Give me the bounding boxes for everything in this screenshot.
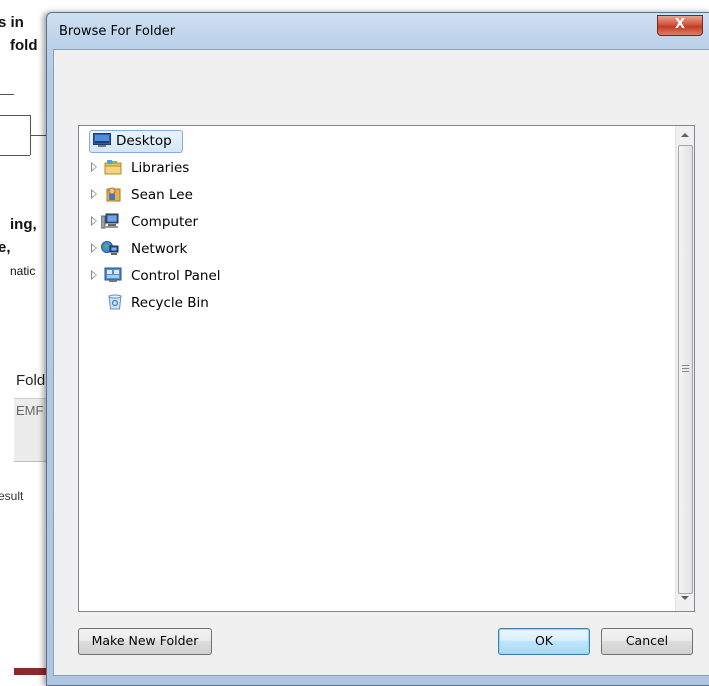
background-text: ing, [10, 216, 37, 233]
close-icon: X [674, 17, 686, 32]
scrollbar-thumb[interactable] [678, 145, 693, 594]
background-field-text: EMF [16, 403, 44, 418]
close-button[interactable]: X [657, 15, 703, 36]
background-line [0, 115, 30, 116]
background-text: fold [10, 37, 38, 54]
background-line [30, 135, 46, 136]
tree-item-label: Computer [131, 214, 199, 230]
tree-item-label: Recycle Bin [131, 295, 209, 311]
network-icon [101, 241, 119, 255]
background-text: e, [0, 239, 11, 256]
background-line [0, 155, 30, 156]
expand-arrow-icon[interactable] [91, 162, 97, 172]
ok-button[interactable]: OK [498, 628, 590, 655]
thumb-grip [682, 371, 689, 372]
tree-item-label: Control Panel [131, 268, 221, 284]
thumb-grip [682, 368, 689, 369]
folder-tree[interactable]: Desktop Libraries Sean Lee Computer Netw… [78, 125, 695, 612]
scroll-up-arrow-icon[interactable] [681, 133, 689, 137]
background-text: s in [0, 14, 24, 31]
vertical-scrollbar[interactable] [675, 126, 694, 611]
dialog-body: Desktop Libraries Sean Lee Computer Netw… [53, 49, 709, 676]
control-panel-icon [104, 267, 122, 282]
dialog-title: Browse For Folder [59, 24, 176, 39]
desktop-icon [93, 133, 111, 147]
scroll-down-arrow-icon[interactable] [681, 596, 689, 600]
title-bar[interactable]: Browse For Folder X [47, 13, 709, 49]
expand-arrow-icon[interactable] [91, 270, 97, 280]
expand-arrow-icon[interactable] [91, 243, 97, 253]
thumb-grip [682, 365, 689, 366]
tree-item-label: Desktop [116, 133, 172, 149]
tree-item-label: Sean Lee [131, 187, 193, 203]
expand-arrow-icon[interactable] [91, 189, 97, 199]
cancel-button[interactable]: Cancel [601, 628, 693, 655]
background-text: esult [0, 489, 24, 503]
tree-item-label: Libraries [131, 160, 190, 176]
libraries-icon [104, 160, 122, 175]
make-new-folder-button[interactable]: Make New Folder [78, 628, 212, 655]
expand-arrow-icon[interactable] [91, 216, 97, 226]
tree-item-label: Network [131, 241, 188, 257]
computer-icon [101, 213, 119, 229]
recycle-bin-icon [108, 294, 122, 310]
background-line [0, 94, 14, 95]
user-folder-icon [106, 187, 121, 202]
browse-for-folder-dialog: Browse For Folder X Desktop Libraries Se… [46, 12, 709, 686]
background-text: natic [10, 264, 36, 278]
background-label: Fold [16, 372, 46, 389]
